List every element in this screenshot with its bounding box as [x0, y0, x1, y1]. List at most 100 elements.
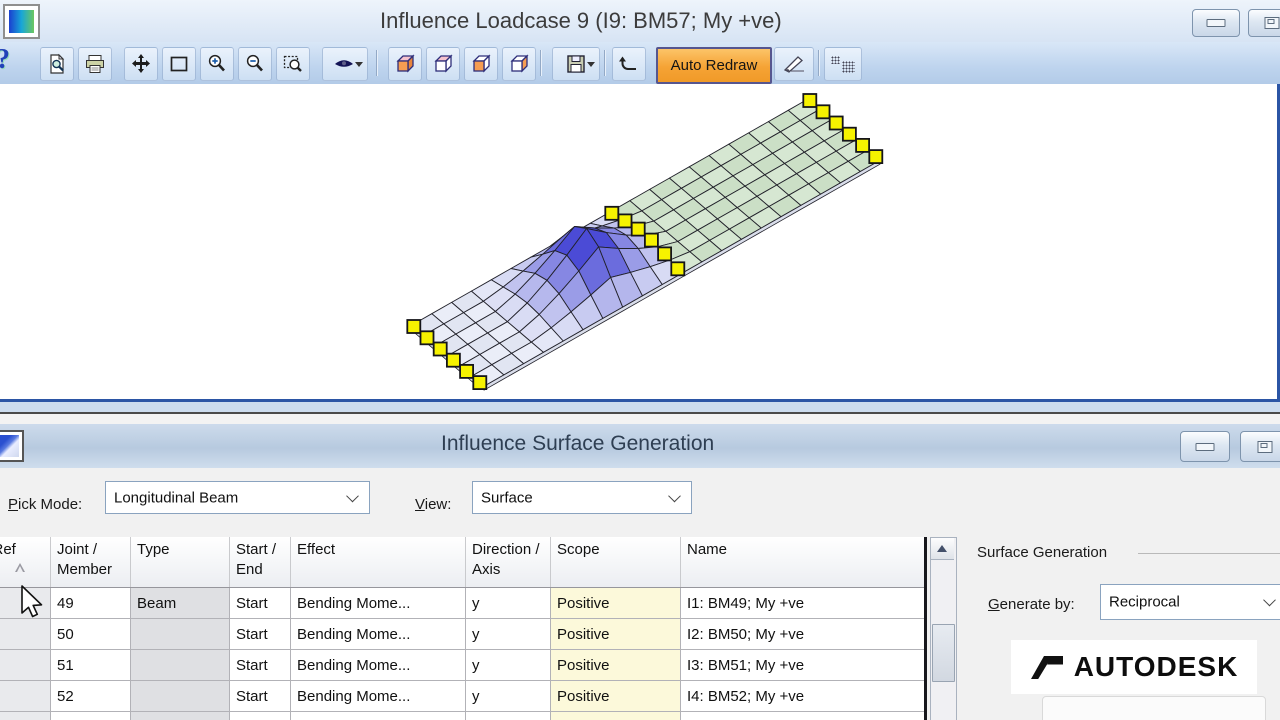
cell-scope[interactable]: Positive: [551, 588, 681, 619]
cell-effect[interactable]: Bending Mome...: [291, 650, 466, 681]
cell-dir[interactable]: y: [466, 681, 551, 712]
table-row[interactable]: 52 StartBending Mome...yPositiveI4: BM52;…: [0, 681, 926, 712]
cell-joint[interactable]: [51, 712, 131, 720]
cell-name[interactable]: I4: BM52; My +ve: [681, 681, 926, 712]
zoom-out-button[interactable]: [238, 47, 272, 81]
pick-mode-select[interactable]: Longitudinal Beam: [105, 481, 370, 514]
scrollbar-thumb[interactable]: [932, 624, 955, 682]
cell-effect[interactable]: [291, 712, 466, 720]
column-header-joint-member[interactable]: Joint / Member: [51, 537, 131, 588]
dot-grid-icon: [831, 56, 840, 64]
scroll-up-button[interactable]: [931, 538, 954, 560]
window-frame: [0, 414, 1280, 424]
cube-wireframe-button[interactable]: [426, 47, 460, 81]
cell-type[interactable]: Beam: [131, 588, 230, 619]
bottom-window-titlebar[interactable]: Influence Surface Generation: [0, 424, 1280, 469]
surface-pen-button[interactable]: [774, 47, 814, 81]
restore-icon: [1258, 441, 1273, 453]
table-row-partial[interactable]: [0, 712, 926, 720]
cell-dir[interactable]: [466, 712, 551, 720]
cell-joint[interactable]: 49: [51, 588, 131, 619]
help-button[interactable]: ?: [0, 44, 10, 76]
influence-surface-viewport[interactable]: [0, 84, 1280, 399]
generate-by-select[interactable]: Reciprocal: [1100, 584, 1280, 620]
cell-ref[interactable]: [0, 712, 51, 720]
cell-effect[interactable]: Bending Mome...: [291, 619, 466, 650]
chevron-down-icon: [668, 489, 681, 502]
cell-joint[interactable]: 52: [51, 681, 131, 712]
cube-wireframe-icon: [432, 53, 454, 75]
influence-table: Ref Joint / Member Type Start / End Effe…: [0, 537, 927, 720]
cell-joint[interactable]: 50: [51, 619, 131, 650]
column-header-effect[interactable]: Effect: [291, 537, 466, 588]
cube-front-face-button[interactable]: [464, 47, 498, 81]
cube-solid-button[interactable]: [388, 47, 422, 81]
cell-start[interactable]: Start: [230, 650, 291, 681]
cell-name[interactable]: [681, 712, 926, 720]
zoom-window-icon: [168, 53, 190, 75]
undo-view-button[interactable]: [612, 47, 646, 81]
cell-ref[interactable]: [0, 650, 51, 681]
cell-dir[interactable]: y: [466, 588, 551, 619]
column-header-direction-axis[interactable]: Direction / Axis: [466, 537, 551, 588]
cell-scope[interactable]: Positive: [551, 619, 681, 650]
save-icon: [565, 53, 587, 75]
save-button[interactable]: [552, 47, 600, 81]
cell-dir[interactable]: y: [466, 619, 551, 650]
column-header-type[interactable]: Type: [131, 537, 230, 588]
cell-start[interactable]: [230, 712, 291, 720]
cell-start[interactable]: Start: [230, 619, 291, 650]
restore-button[interactable]: [1248, 9, 1280, 37]
visibility-button[interactable]: [322, 47, 368, 81]
column-header-start-end[interactable]: Start / End: [230, 537, 291, 588]
cube-side-face-button[interactable]: [502, 47, 536, 81]
cube-side-face-icon: [508, 53, 530, 75]
cell-name[interactable]: I1: BM49; My +ve: [681, 588, 926, 619]
cell-ref[interactable]: [0, 681, 51, 712]
column-header-scope[interactable]: Scope: [551, 537, 681, 588]
toolbar-separator: [604, 50, 605, 76]
cell-dir[interactable]: y: [466, 650, 551, 681]
zoom-region-icon: [282, 53, 304, 75]
cube-solid-icon: [394, 53, 416, 75]
pan-button[interactable]: [124, 47, 158, 81]
auto-redraw-button[interactable]: Auto Redraw: [656, 47, 772, 84]
cell-ref[interactable]: [0, 619, 51, 650]
cell-start[interactable]: Start: [230, 681, 291, 712]
top-window-titlebar[interactable]: Influence Loadcase 9 (I9: BM57; My +ve): [0, 0, 1280, 43]
table-row[interactable]: 49BeamStartBending Mome...yPositiveI1: B…: [0, 588, 926, 619]
cell-start[interactable]: Start: [230, 588, 291, 619]
undo-arrow-icon: [618, 53, 640, 75]
vertical-scrollbar[interactable]: [930, 537, 957, 720]
cell-scope[interactable]: Positive: [551, 650, 681, 681]
column-header-ref[interactable]: Ref: [0, 537, 51, 588]
restore-button[interactable]: [1240, 431, 1280, 462]
cell-type[interactable]: [131, 681, 230, 712]
minimize-button[interactable]: [1180, 431, 1230, 462]
cell-scope[interactable]: Positive: [551, 681, 681, 712]
table-row[interactable]: 51 StartBending Mome...yPositiveI3: BM51;…: [0, 650, 926, 681]
column-header-name[interactable]: Name: [681, 537, 926, 588]
cell-joint[interactable]: 51: [51, 650, 131, 681]
cell-type[interactable]: [131, 619, 230, 650]
zoom-in-button[interactable]: [200, 47, 234, 81]
cell-type[interactable]: [131, 650, 230, 681]
cell-name[interactable]: I3: BM51; My +ve: [681, 650, 926, 681]
cell-type[interactable]: [131, 712, 230, 720]
zoom-region-button[interactable]: [276, 47, 310, 81]
view-select[interactable]: Surface: [472, 481, 692, 514]
cell-effect[interactable]: Bending Mome...: [291, 588, 466, 619]
print-button[interactable]: [78, 47, 112, 81]
zoom-window-button[interactable]: [162, 47, 196, 81]
toolbar-separator: [540, 50, 541, 76]
table-row[interactable]: 50 StartBending Mome...yPositiveI2: BM50;…: [0, 619, 926, 650]
minimize-button[interactable]: [1192, 9, 1240, 37]
cell-scope[interactable]: [551, 712, 681, 720]
print-preview-button[interactable]: [40, 47, 74, 81]
dot-grid-button[interactable]: [824, 47, 862, 81]
cell-effect[interactable]: Bending Mome...: [291, 681, 466, 712]
pan-icon: [130, 53, 152, 75]
print-preview-icon: [46, 53, 68, 75]
cell-name[interactable]: I2: BM50; My +ve: [681, 619, 926, 650]
autodesk-wordmark: AUTODESK: [1074, 651, 1239, 683]
